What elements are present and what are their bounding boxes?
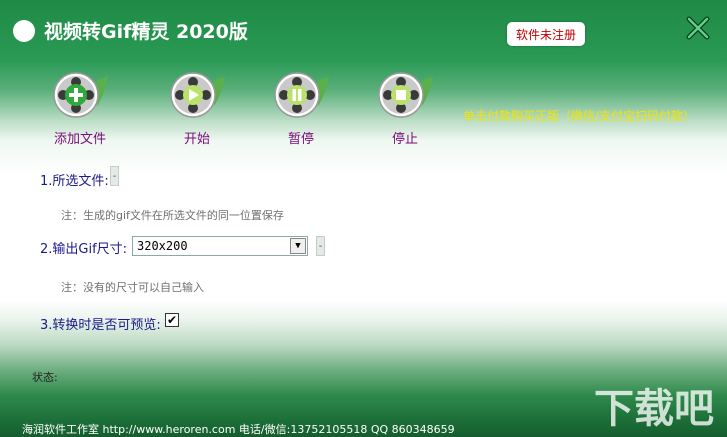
- add-file-label: 添加文件: [53, 132, 106, 147]
- app-logo-icon: [13, 20, 35, 42]
- app-window: 视频转Gif精灵 2020版 软件未注册 添加文件 开始 暂停 停止 单击付款购…: [0, 0, 727, 437]
- status-label: 状态:: [32, 371, 58, 384]
- stop-label: 停止: [391, 132, 418, 147]
- start-button[interactable]: 开始: [162, 70, 232, 147]
- pause-icon: [274, 72, 329, 118]
- watermark-text: 下载吧: [594, 386, 714, 432]
- stop-button[interactable]: 停止: [370, 70, 440, 147]
- check-icon: ✔: [166, 313, 178, 327]
- buy-link[interactable]: 单击付款购买正版（微信/支付宝扫码付款）: [463, 107, 695, 124]
- play-icon: [170, 72, 225, 118]
- close-button[interactable]: [684, 14, 712, 42]
- browse-file-button[interactable]: -: [110, 166, 119, 186]
- footer-info: 海润软件工作室 http://www.heroren.com 电话/微信:137…: [22, 423, 455, 436]
- size-extra-button[interactable]: -: [316, 236, 325, 256]
- size-note: 注：没有的尺寸可以自己输入: [61, 281, 204, 294]
- close-icon: [686, 16, 710, 40]
- add-file-icon: [53, 72, 108, 118]
- start-label: 开始: [183, 132, 210, 147]
- window-title: 视频转Gif精灵 2020版: [44, 21, 248, 43]
- pause-button[interactable]: 暂停: [266, 70, 336, 147]
- chevron-down-icon[interactable]: ▼: [290, 238, 306, 254]
- stop-icon: [378, 72, 433, 118]
- pause-label: 暂停: [287, 132, 314, 147]
- preview-label: 3.转换时是否可预览:: [40, 318, 161, 333]
- size-label: 2.输出Gif尺寸:: [40, 242, 128, 257]
- size-select-value: 320x200: [137, 239, 188, 253]
- file-note: 注：生成的gif文件在所选文件的同一位置保存: [61, 209, 284, 222]
- file-label: 1.所选文件:: [40, 174, 109, 189]
- registration-button[interactable]: 软件未注册: [507, 22, 585, 46]
- preview-checkbox[interactable]: ✔: [165, 313, 179, 327]
- add-file-button[interactable]: 添加文件: [45, 70, 115, 147]
- size-select[interactable]: 320x200 ▼: [132, 236, 308, 256]
- watermark-logo: 下载吧: [594, 386, 714, 432]
